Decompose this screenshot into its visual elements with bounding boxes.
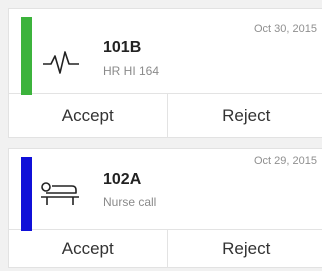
alert-status-bar — [21, 157, 32, 231]
alert-detail: HR HI 164 — [103, 64, 160, 78]
alert-room: 102A — [103, 171, 142, 188]
alert-card-header[interactable]: Oct 30, 2015 101B HR HI 164 — [9, 9, 322, 95]
alert-actions: Accept Reject — [9, 94, 322, 138]
alert-card: Oct 29, 2015 102A Nurse call Accept Reje… — [8, 148, 322, 268]
heartbeat-icon — [41, 47, 81, 82]
reject-button[interactable]: Reject — [166, 230, 322, 268]
alert-actions: Accept Reject — [9, 230, 322, 268]
alert-card-header[interactable]: Oct 29, 2015 102A Nurse call — [9, 149, 322, 231]
accept-button[interactable]: Accept — [9, 230, 167, 268]
alert-detail: Nurse call — [103, 195, 157, 209]
alert-status-bar — [21, 17, 32, 95]
alert-card: Oct 30, 2015 101B HR HI 164 Accept Rejec… — [8, 8, 322, 138]
alert-date: Oct 30, 2015 — [254, 23, 317, 35]
patient-bed-icon — [38, 177, 82, 212]
accept-button[interactable]: Accept — [9, 94, 167, 138]
reject-button[interactable]: Reject — [166, 94, 322, 138]
alert-date: Oct 29, 2015 — [254, 155, 317, 167]
alert-room: 101B — [103, 39, 142, 56]
